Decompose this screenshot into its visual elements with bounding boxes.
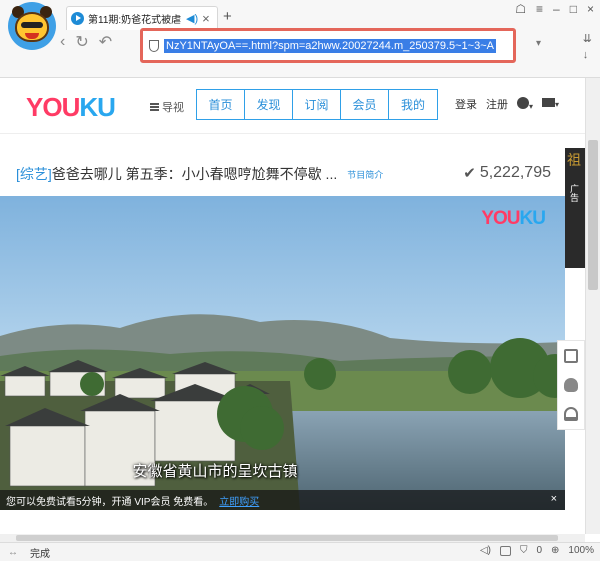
refresh-icon[interactable]: ↻ [75, 32, 88, 52]
view-count: 5,222,795 [479, 164, 551, 181]
address-dropdown-icon[interactable]: ▾ [536, 38, 541, 49]
youku-logo[interactable]: YOUKU [26, 92, 116, 123]
resize-arrows-icon[interactable]: ↔ [8, 547, 18, 558]
lightbulb-icon[interactable] [564, 377, 578, 392]
trial-close-icon[interactable]: × [551, 493, 557, 505]
horizontal-scrollbar[interactable] [0, 534, 585, 542]
url-text[interactable]: NzY1NTAyOA==.html?spm=a2hww.20027244.m_2… [164, 38, 496, 53]
headset-icon[interactable] [564, 407, 578, 422]
horizontal-scroll-thumb[interactable] [16, 535, 558, 541]
side-ad[interactable]: 祖 广告 [565, 148, 585, 268]
nav-tab-subscribe[interactable]: 订阅 [293, 90, 341, 119]
trial-banner: 您可以免费试看5分钟，开通 VIP会员 免费看。 立即购买 × [0, 490, 565, 510]
minimize-icon[interactable]: – [553, 2, 560, 16]
guide-menu-button[interactable]: 导视 [150, 99, 184, 115]
maximize-icon[interactable]: □ [570, 2, 577, 16]
back-icon[interactable]: ‹ [60, 33, 65, 51]
youku-favicon-icon [71, 12, 84, 25]
download-icon[interactable]: ⇊ [583, 32, 592, 45]
toolbar-right: ⇊ ↓ [583, 32, 592, 61]
shield-icon [149, 39, 159, 52]
nav-tab-mine[interactable]: 我的 [389, 90, 437, 119]
status-bar: ↔ 完成 ◁) ⛉ 0 ⊕ 100% [0, 542, 600, 561]
history-icon[interactable]: ▾ [517, 96, 533, 112]
mail-icon[interactable]: ▾ [542, 98, 559, 110]
tab-close-icon[interactable]: × [202, 11, 210, 26]
video-title-line: [综艺] 爸爸去哪儿 第五季：小小春嗯哼尬舞不停歇 ... 节目简介 ✔ 5,2… [16, 164, 551, 184]
qrcode-icon[interactable] [564, 348, 578, 363]
skin-icon[interactable]: ☖ [515, 2, 526, 16]
shield-status-icon[interactable]: ⛉ [520, 545, 528, 556]
nav-tab-vip[interactable]: 会员 [341, 90, 389, 119]
status-right: ◁) ⛉ 0 ⊕ 100% [480, 545, 594, 556]
site-nav-tabs: 首页 发现 订阅 会员 我的 [196, 89, 438, 120]
download-arrow-icon[interactable]: ↓ [583, 49, 592, 61]
address-bar[interactable]: NzY1NTAyOA==.html?spm=a2hww.20027244.m_2… [140, 28, 516, 63]
status-text: 完成 [30, 548, 50, 560]
browser-logo[interactable] [8, 2, 56, 50]
nav-tab-home[interactable]: 首页 [197, 90, 245, 119]
hamburger-icon [150, 103, 159, 111]
youku-watermark: YOUKU [481, 208, 546, 229]
browser-tab[interactable]: 第11期:奶爸花式被虐 小 ◀) × [66, 6, 218, 30]
guide-menu-label: 导视 [162, 102, 184, 114]
buy-now-link[interactable]: 立即购买 [219, 493, 259, 508]
category-tag[interactable]: [综艺] [16, 164, 52, 184]
vertical-scroll-thumb[interactable] [588, 140, 598, 290]
tab-title: 第11期:奶爸花式被虐 小 [88, 15, 184, 26]
ad-label: 广告 [569, 184, 579, 202]
volume-icon[interactable]: ◁) [480, 545, 491, 556]
new-tab-icon[interactable]: + [223, 8, 232, 25]
login-link[interactable]: 登录 [455, 96, 477, 112]
vertical-scrollbar[interactable] [585, 78, 600, 534]
site-header: YOUKU 导视 首页 发现 订阅 会员 我的 登录 注册 ▾ ▾ [0, 78, 585, 134]
zoom-level[interactable]: 100% [568, 545, 594, 556]
screenshot-icon[interactable] [499, 545, 511, 556]
view-counter: ✔ 5,222,795 [463, 164, 551, 182]
block-count: 0 [536, 545, 543, 556]
side-toolbar [557, 340, 585, 430]
window-controls: ☖ ≡ – □ × [515, 2, 594, 16]
web-page: YOUKU 导视 首页 发现 订阅 会员 我的 登录 注册 ▾ ▾ [综艺] 爸… [0, 78, 585, 534]
nav-buttons: ‹ ↻ ↶ [60, 32, 112, 52]
undo-icon[interactable]: ↶ [99, 32, 112, 52]
intro-link[interactable]: 节目简介 [347, 168, 383, 181]
zoom-icon[interactable]: ⊕ [551, 545, 559, 556]
close-window-icon[interactable]: × [587, 2, 594, 16]
trial-text: 您可以免费试看5分钟，开通 VIP会员 免费看。 [6, 496, 214, 508]
nav-tab-discover[interactable]: 发现 [245, 90, 293, 119]
ad-brand-char: 祖 [567, 152, 581, 168]
menu-icon[interactable]: ≡ [536, 2, 543, 16]
user-area: 登录 注册 ▾ ▾ [455, 96, 559, 112]
video-subtitle: 安徽省黄山市的呈坎古镇 [132, 463, 298, 480]
logo-eyes [21, 22, 43, 28]
video-player[interactable]: YOUKU 安徽省黄山市的呈坎古镇 您可以免费试看5分钟，开通 VIP会员 免费… [0, 196, 565, 510]
checkmark-icon: ✔ [463, 165, 476, 182]
register-link[interactable]: 注册 [486, 96, 508, 112]
browser-chrome: 第11期:奶爸花式被虐 小 ◀) × + ☖ ≡ – □ × ‹ ↻ ↶ NzY… [0, 0, 600, 78]
audio-icon[interactable]: ◀) [186, 12, 198, 25]
video-title: 爸爸去哪儿 第五季：小小春嗯哼尬舞不停歇 ... [51, 166, 338, 182]
